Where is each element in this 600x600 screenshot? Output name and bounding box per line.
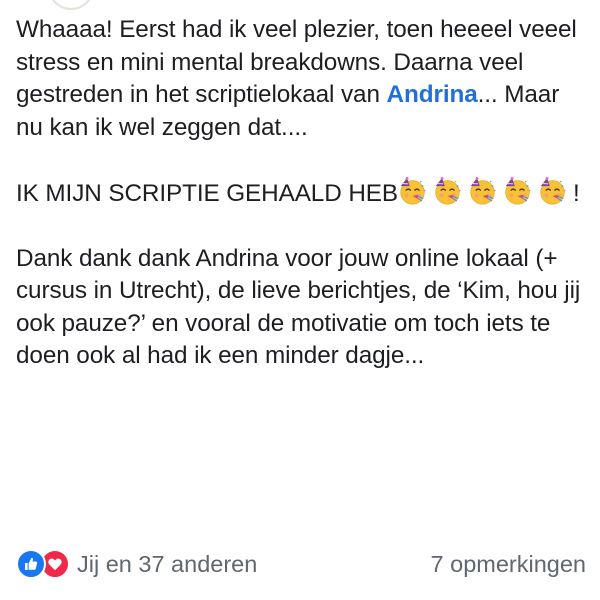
post-text: ! bbox=[572, 179, 580, 207]
like-icon bbox=[16, 549, 46, 579]
post-paragraph-1: Whaaaa! Eerst had ik veel plezier, toen … bbox=[16, 14, 588, 144]
mention-link-andrina[interactable]: Andrina bbox=[387, 81, 478, 108]
partying-face-emoji bbox=[538, 176, 567, 206]
partying-face-emoji bbox=[503, 176, 532, 206]
avatar[interactable] bbox=[48, 0, 94, 10]
reactions-count-text: Jij en 37 anderen bbox=[77, 550, 258, 577]
comments-count-link[interactable]: 7 opmerkingen bbox=[431, 551, 586, 578]
post-text-headline: IK MIJN SCRIPTIE GEHAALD HEB bbox=[16, 179, 398, 207]
post-paragraph-2: IK MIJN SCRIPTIE GEHAALD HEB ! bbox=[16, 176, 588, 211]
partying-face-emoji bbox=[398, 176, 427, 206]
post-footer: Jij en 37 anderen 7 opmerkingen bbox=[16, 547, 586, 581]
partying-face-emoji bbox=[433, 176, 462, 206]
emoji-group bbox=[398, 176, 573, 207]
post-text: Dank dank dank Andrina voor jouw online … bbox=[16, 244, 581, 370]
post-body: Whaaaa! Eerst had ik veel plezier, toen … bbox=[16, 14, 588, 373]
partying-face-emoji bbox=[468, 176, 497, 206]
post-paragraph-3: Dank dank dank Andrina voor jouw online … bbox=[16, 243, 588, 373]
reactions-summary[interactable]: Jij en 37 anderen bbox=[16, 549, 257, 579]
